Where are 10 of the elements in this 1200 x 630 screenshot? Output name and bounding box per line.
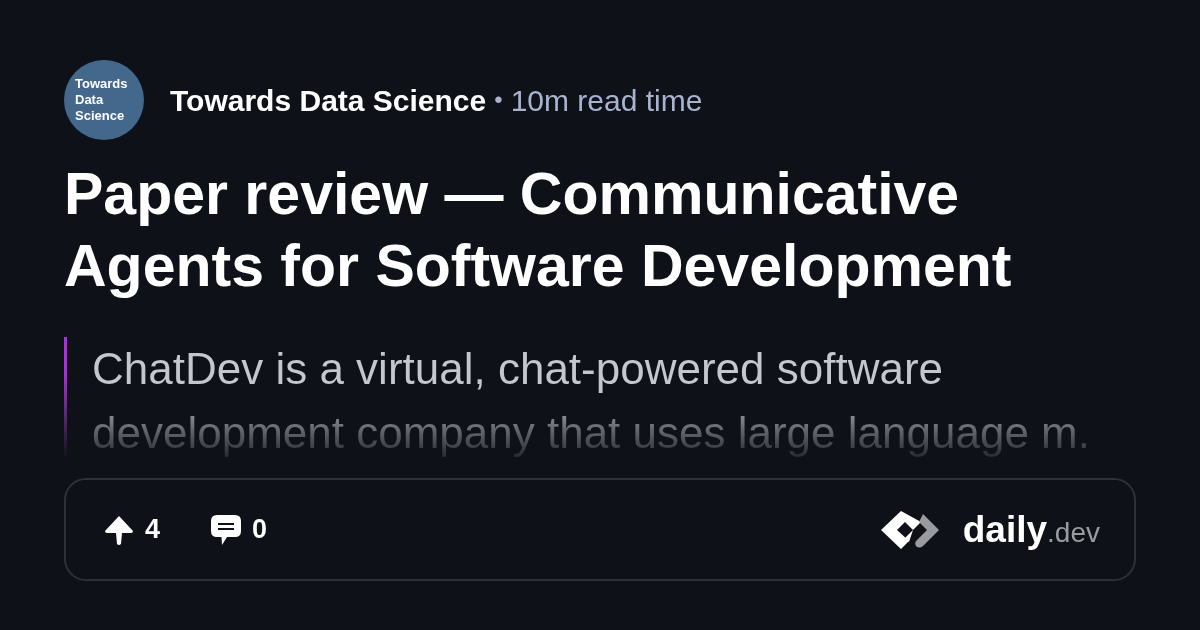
- upvote-count: 4: [145, 516, 161, 543]
- source-name: Towards Data Science: [170, 82, 487, 119]
- article-title: Paper review — Communicative Agents for Software Development: [64, 160, 1013, 301]
- speech-bubble-icon: [210, 513, 243, 546]
- separator-dot: •: [494, 85, 503, 115]
- brand-suffix: .dev: [1047, 519, 1100, 548]
- read-time: 10m read time: [510, 82, 703, 119]
- comment-count: 0: [252, 516, 268, 543]
- brand-name: daily: [962, 511, 1048, 548]
- logo-text: Towards Data Science: [75, 76, 129, 124]
